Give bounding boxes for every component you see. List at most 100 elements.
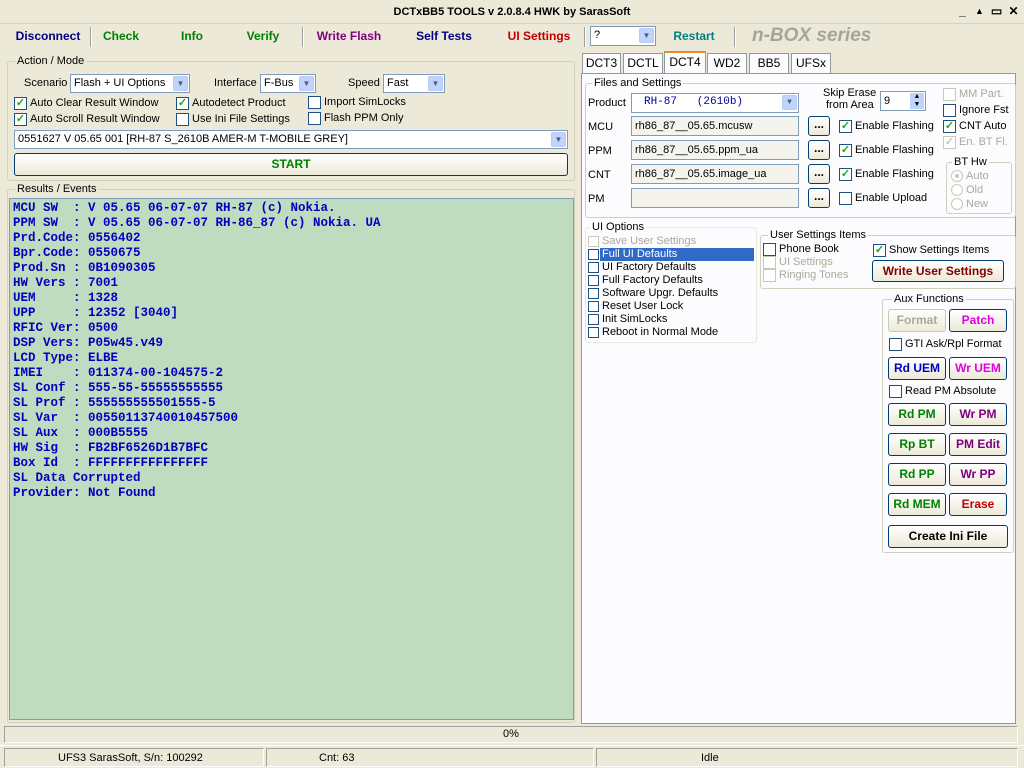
ui-option-checkbox[interactable] [588,262,599,273]
ui-option-checkbox[interactable] [588,288,599,299]
create-ini-file-button[interactable]: Create Ini File [888,525,1008,548]
close-button[interactable]: ✕ [1006,5,1021,19]
self-tests-button[interactable]: Self Tests [404,25,484,47]
flash-ppm-only-label: Flash PPM Only [324,112,404,124]
chevron-down-icon: ▼ [299,76,314,91]
en-bt-fl-checkbox[interactable]: ✓ [943,136,956,149]
tab-dctl[interactable]: DCTL [623,53,663,73]
ppm-enable-checkbox[interactable]: ✓ [839,144,852,157]
tab-bb5[interactable]: BB5 [749,53,789,73]
rd-pm-button[interactable]: Rd PM [888,403,946,426]
ppm-browse-button[interactable]: ... [808,140,830,160]
use-ini-checkbox[interactable] [176,113,189,126]
write-user-settings-button[interactable]: Write User Settings [872,260,1004,282]
rollup-button[interactable]: ▲ [972,5,987,19]
ui-option-label[interactable]: Software Upgr. Defaults [600,287,718,300]
ui-option-label[interactable]: Reset User Lock [600,300,683,313]
bt-hw-new-radio[interactable] [951,198,963,210]
rd-uem-button[interactable]: Rd UEM [888,357,946,380]
ui-option-checkbox[interactable] [588,275,599,286]
pm-upload-checkbox[interactable] [839,192,852,205]
info-button[interactable]: Info [170,25,214,47]
cnt-auto-checkbox[interactable]: ✓ [943,120,956,133]
ignore-fst-checkbox[interactable] [943,104,956,117]
rd-mem-button[interactable]: Rd MEM [888,493,946,516]
ppm-file-field[interactable]: rh86_87__05.65.ppm_ua [631,140,799,160]
cnt-file-field[interactable]: rh86_87__05.65.image_ua [631,164,799,184]
mcu-enable-checkbox[interactable]: ✓ [839,120,852,133]
check-button[interactable]: Check [94,25,148,47]
ui-option-label[interactable]: Init SimLocks [600,313,667,326]
erase-button[interactable]: Erase [949,493,1007,516]
product-value: RH-87 (2610b) [644,96,744,108]
read-pm-absolute-checkbox[interactable] [889,385,902,398]
cnt-browse-button[interactable]: ... [808,164,830,184]
mcu-file-field[interactable]: rh86_87__05.65.mcusw [631,116,799,136]
bt-hw-auto-radio[interactable] [951,170,963,182]
import-simlocks-checkbox[interactable] [308,96,321,109]
progress-text: 0% [503,728,519,740]
scenario-select[interactable]: Flash + UI Options ▼ [70,74,190,93]
maximize-button[interactable]: ▭ [989,5,1004,19]
mcu-browse-button[interactable]: ... [808,116,830,136]
minimize-button[interactable]: _ [955,5,970,19]
ui-settings-button[interactable]: UI Settings [499,25,579,47]
tab-wd2[interactable]: WD2 [707,53,747,73]
product-select[interactable]: RH-87 (2610b) ▼ [631,93,799,113]
phone-book-checkbox[interactable] [763,243,776,256]
log-line: LCD Type: ELBE [13,351,119,365]
ui-option-checkbox[interactable] [588,327,599,338]
flash-ppm-only-checkbox[interactable] [308,112,321,125]
skip-erase-spinner[interactable]: 9 ▲ ▼ [880,91,926,111]
bt-hw-old-radio[interactable] [951,184,963,196]
patch-button[interactable]: Patch [949,309,1007,332]
pm-edit-button[interactable]: PM Edit [949,433,1007,456]
ui-option-label[interactable]: Full Factory Defaults [600,274,703,287]
autodetect-product-checkbox[interactable]: ✓ [176,97,189,110]
toolbar-combo[interactable]: ? ▼ [590,26,656,46]
product-version-select[interactable]: 0551627 V 05.65 001 [RH-87 S_2610B AMER-… [14,130,568,149]
ui-option-label[interactable]: Full UI Defaults [600,248,754,261]
ringing-tones-checkbox[interactable] [763,269,776,282]
log-line: RFIC Ver: 0500 [13,321,119,335]
tab-dct3[interactable]: DCT3 [582,53,621,73]
bt-hw-title: BT Hw [952,156,989,168]
gti-format-checkbox[interactable] [889,338,902,351]
start-button[interactable]: START [14,153,568,176]
ui-option-checkbox[interactable] [588,249,599,260]
verify-button[interactable]: Verify [236,25,290,47]
write-flash-button[interactable]: Write Flash [309,25,389,47]
interface-select[interactable]: F-Bus ▼ [260,74,316,93]
auto-scroll-label: Auto Scroll Result Window [30,113,160,125]
wr-uem-button[interactable]: Wr UEM [949,357,1007,380]
ui-option-label[interactable]: Reboot in Normal Mode [600,326,718,339]
ui-settings-item-checkbox[interactable] [763,256,776,269]
results-log[interactable]: MCU SW : V 05.65 06-07-07 RH-87 (c) Noki… [9,198,574,720]
disconnect-button[interactable]: Disconnect [8,25,88,47]
cnt-enable-checkbox[interactable]: ✓ [839,168,852,181]
ui-option-checkbox[interactable] [588,301,599,312]
show-settings-checkbox[interactable]: ✓ [873,244,886,257]
ui-option-label[interactable]: UI Factory Defaults [600,261,696,274]
pm-file-field[interactable] [631,188,799,208]
log-line: IMEI : 011374-00-104575-2 [13,366,224,380]
pm-browse-button[interactable]: ... [808,188,830,208]
speed-select[interactable]: Fast ▼ [383,74,445,93]
tab-dct4[interactable]: DCT4 [664,51,706,74]
ui-option-label[interactable]: Save User Settings [600,235,696,248]
wr-pm-button[interactable]: Wr PM [949,403,1007,426]
wr-pp-button[interactable]: Wr PP [949,463,1007,486]
ui-option-checkbox[interactable] [588,314,599,325]
spinner-arrows-icon: ▲ ▼ [910,93,924,109]
auto-scroll-checkbox[interactable]: ✓ [14,113,27,126]
autodetect-product-label: Autodetect Product [192,97,286,109]
auto-clear-checkbox[interactable]: ✓ [14,97,27,110]
tab-ufsx[interactable]: UFSx [791,53,831,73]
format-button[interactable]: Format [888,309,946,332]
ui-option-checkbox[interactable] [588,236,599,247]
restart-button[interactable]: Restart [664,25,724,47]
mm-part-checkbox[interactable] [943,88,956,101]
rp-bt-button[interactable]: Rp BT [888,433,946,456]
rd-pp-button[interactable]: Rd PP [888,463,946,486]
scenario-value: Flash + UI Options [74,77,166,89]
